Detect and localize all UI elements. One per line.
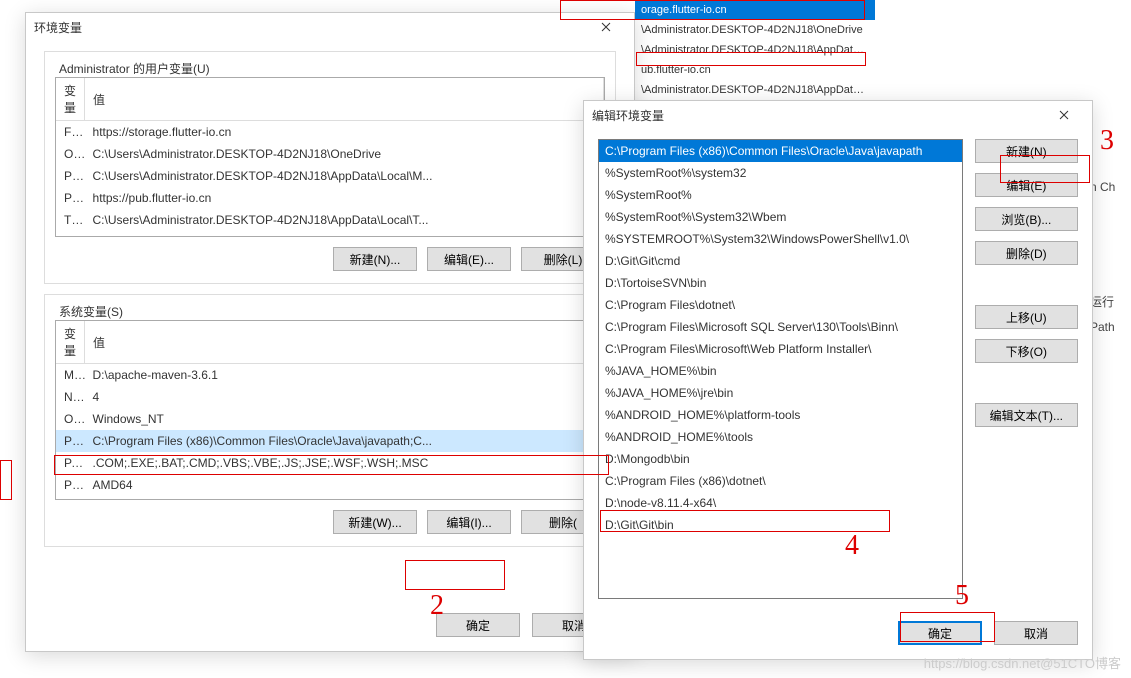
table-row[interactable]: PUB_HOSTED_URLhttps://pub.flutter-io.cn — [56, 187, 604, 209]
edit-env-var-dialog: 编辑环境变量 C:\Program Files (x86)\Common Fil… — [583, 100, 1093, 660]
sys-vars-table: 变量值 MAVEN_HOMED:\apache-maven-3.6.1NUMBE… — [56, 321, 604, 500]
table-row[interactable]: PathC:\Users\Administrator.DESKTOP-4D2NJ… — [56, 165, 604, 187]
path-list-item[interactable]: D:\node-v8.11.4-x64\ — [599, 492, 962, 514]
col-val[interactable]: 值 — [85, 78, 604, 121]
bg-list-item[interactable]: \Administrator.DESKTOP-4D2NJ18\AppData\L… — [635, 40, 875, 60]
edit-title: 编辑环境变量 — [592, 107, 664, 124]
env-close-button[interactable] — [586, 13, 626, 41]
annot-num-3: 3 — [1100, 125, 1114, 157]
path-listbox[interactable]: C:\Program Files (x86)\Common Files\Orac… — [598, 139, 963, 599]
sys-edit-button[interactable]: 编辑(I)... — [427, 510, 511, 534]
bg-text-c: Path — [1090, 320, 1115, 334]
table-row[interactable]: PROCESSOR_IDENTIFIERIntel64 Family 6 Mod… — [56, 496, 604, 500]
path-list-item[interactable]: %SYSTEMROOT%\System32\WindowsPowerShell\… — [599, 228, 962, 250]
path-movedown-button[interactable]: 下移(O) — [975, 339, 1078, 363]
path-list-item[interactable]: C:\Program Files\dotnet\ — [599, 294, 962, 316]
path-list-item[interactable]: %JAVA_HOME%\bin — [599, 360, 962, 382]
env-title: 环境变量 — [34, 19, 82, 36]
sys-vars-table-wrap[interactable]: 变量值 MAVEN_HOMED:\apache-maven-3.6.1NUMBE… — [55, 320, 605, 500]
sys-vars-group: 系统变量(S) 变量值 MAVEN_HOMED:\apache-maven-3.… — [44, 294, 616, 547]
path-list-item[interactable]: C:\Program Files (x86)\dotnet\ — [599, 470, 962, 492]
table-row[interactable]: PathC:\Program Files (x86)\Common Files\… — [56, 430, 604, 452]
edit-close-button[interactable] — [1044, 101, 1084, 129]
sys-new-button[interactable]: 新建(W)... — [333, 510, 417, 534]
path-list-item[interactable]: %ANDROID_HOME%\platform-tools — [599, 404, 962, 426]
edit-cancel-button[interactable]: 取消 — [994, 621, 1078, 645]
annot-mark-1 — [0, 460, 12, 500]
user-edit-button[interactable]: 编辑(E)... — [427, 247, 511, 271]
path-list-item[interactable]: %SystemRoot%\system32 — [599, 162, 962, 184]
bg-list-item[interactable]: \Administrator.DESKTOP-4D2NJ18\OneDrive — [635, 20, 875, 40]
edit-ok-button[interactable]: 确定 — [898, 621, 982, 645]
path-list-item[interactable]: D:\Git\Git\cmd — [599, 250, 962, 272]
user-vars-label: Administrator 的用户变量(U) — [55, 60, 214, 77]
path-list-item[interactable]: %JAVA_HOME%\jre\bin — [599, 382, 962, 404]
path-browse-button[interactable]: 浏览(B)... — [975, 207, 1078, 231]
edit-titlebar: 编辑环境变量 — [584, 101, 1092, 129]
table-row[interactable]: MAVEN_HOMED:\apache-maven-3.6.1 — [56, 364, 604, 387]
path-new-button[interactable]: 新建(N) — [975, 139, 1078, 163]
bg-list-item[interactable]: ub.flutter-io.cn — [635, 60, 875, 80]
table-row[interactable]: TMPC:\Users\Administrator.DESKTOP-4D2NJ1… — [56, 231, 604, 237]
col-var[interactable]: 变量 — [56, 78, 85, 121]
path-edit-button[interactable]: 编辑(E) — [975, 173, 1078, 197]
bg-text-b: 运行 — [1090, 293, 1114, 310]
path-list-item[interactable]: %SystemRoot%\System32\Wbem — [599, 206, 962, 228]
path-moveup-button[interactable]: 上移(U) — [975, 305, 1078, 329]
path-list-item[interactable]: D:\Mongodb\bin — [599, 448, 962, 470]
bg-text-a: n Ch — [1090, 180, 1115, 194]
path-list-item[interactable]: C:\Program Files\Microsoft SQL Server\13… — [599, 316, 962, 338]
env-titlebar: 环境变量 — [26, 13, 634, 41]
table-row[interactable]: PATHEXT.COM;.EXE;.BAT;.CMD;.VBS;.VBE;.JS… — [56, 452, 604, 474]
bg-list-item[interactable]: orage.flutter-io.cn — [635, 0, 875, 20]
user-vars-table-wrap[interactable]: 变量值 FLUTTER_STORAGE_BASE_...https://stor… — [55, 77, 605, 237]
col-val[interactable]: 值 — [85, 321, 604, 364]
watermark: https://blog.csdn.net@51CTO博客 — [924, 653, 1121, 672]
path-list-item[interactable]: %SystemRoot% — [599, 184, 962, 206]
env-ok-button[interactable]: 确定 — [436, 613, 520, 637]
path-list-item[interactable]: %ANDROID_HOME%\tools — [599, 426, 962, 448]
close-icon — [1059, 110, 1069, 120]
user-new-button[interactable]: 新建(N)... — [333, 247, 417, 271]
env-vars-dialog: 环境变量 Administrator 的用户变量(U) 变量值 FLUTTER_… — [25, 12, 635, 652]
sys-vars-label: 系统变量(S) — [55, 303, 127, 320]
bg-list-item[interactable]: \Administrator.DESKTOP-4D2NJ18\AppData\L… — [635, 80, 875, 100]
path-list-item[interactable]: C:\Program Files\Microsoft\Web Platform … — [599, 338, 962, 360]
path-list-item[interactable]: D:\TortoiseSVN\bin — [599, 272, 962, 294]
table-row[interactable]: TEMPC:\Users\Administrator.DESKTOP-4D2NJ… — [56, 209, 604, 231]
table-row[interactable]: OSWindows_NT — [56, 408, 604, 430]
close-icon — [601, 22, 611, 32]
col-var[interactable]: 变量 — [56, 321, 85, 364]
path-list-item[interactable]: C:\Program Files (x86)\Common Files\Orac… — [599, 140, 962, 162]
table-row[interactable]: FLUTTER_STORAGE_BASE_...https://storage.… — [56, 121, 604, 144]
path-edittext-button[interactable]: 编辑文本(T)... — [975, 403, 1078, 427]
table-row[interactable]: PROCESSOR_ARCHITECT...AMD64 — [56, 474, 604, 496]
path-list-item[interactable]: D:\Git\Git\bin — [599, 514, 962, 536]
table-row[interactable]: NUMBER_OF_PROCESSORS4 — [56, 386, 604, 408]
path-delete-button[interactable]: 删除(D) — [975, 241, 1078, 265]
table-row[interactable]: OneDriveC:\Users\Administrator.DESKTOP-4… — [56, 143, 604, 165]
user-vars-group: Administrator 的用户变量(U) 变量值 FLUTTER_STORA… — [44, 51, 616, 284]
user-vars-table: 变量值 FLUTTER_STORAGE_BASE_...https://stor… — [56, 78, 604, 237]
